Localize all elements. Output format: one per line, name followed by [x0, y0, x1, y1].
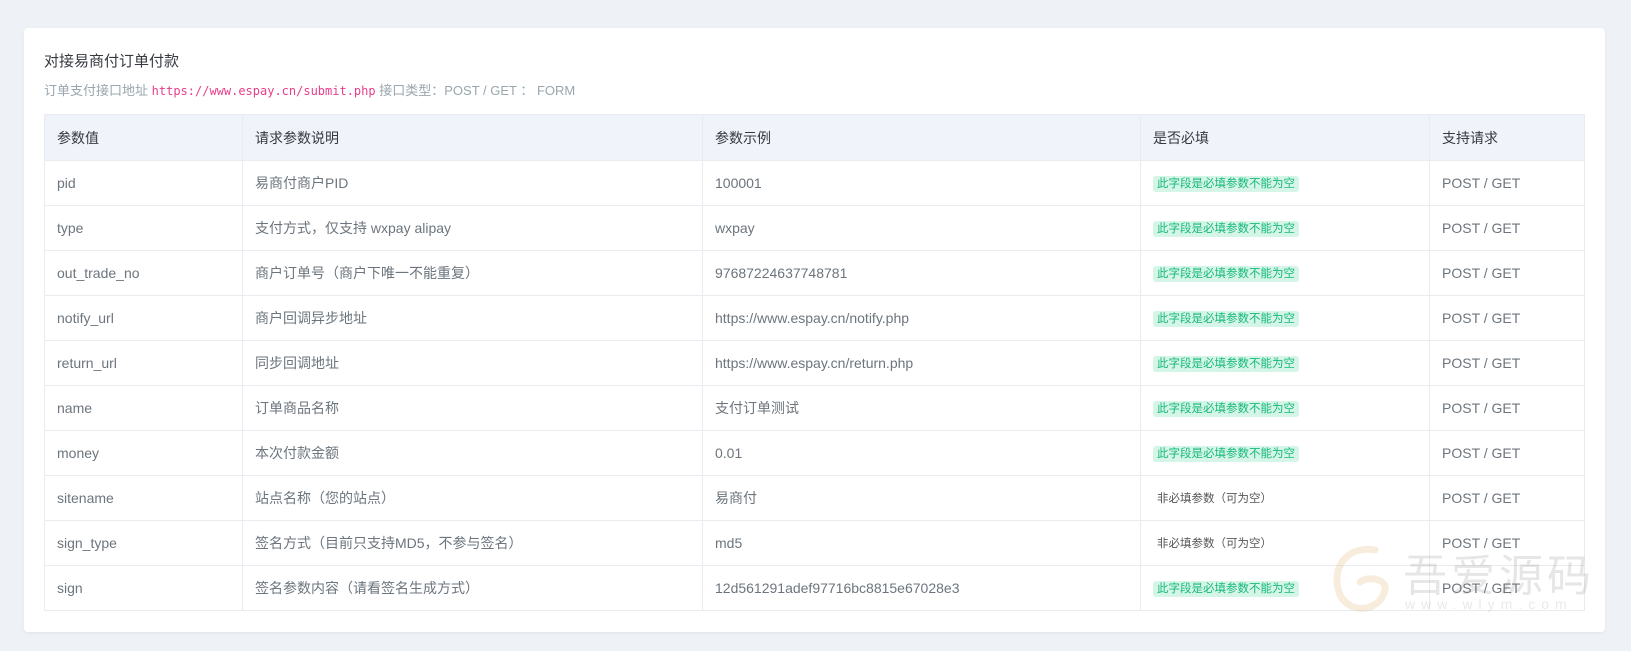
required-badge: 此字段是必填参数不能为空 — [1153, 356, 1299, 372]
param-name-cell: type — [44, 205, 243, 251]
subtitle-prefix: 订单支付接口地址 — [44, 83, 149, 98]
param-example-cell: 100001 — [702, 160, 1141, 206]
param-name-cell: name — [44, 385, 243, 431]
param-method-cell: POST / GET — [1429, 250, 1585, 296]
param-name-cell: pid — [44, 160, 243, 206]
param-example-cell: wxpay — [702, 205, 1141, 251]
param-example-cell: md5 — [702, 520, 1141, 566]
param-example-cell: 支付订单测试 — [702, 385, 1141, 431]
param-required-cell: 此字段是必填参数不能为空 — [1140, 430, 1430, 476]
param-required-cell: 此字段是必填参数不能为空 — [1140, 295, 1430, 341]
table-row: out_trade_no 商户订单号（商户下唯一不能重复） 976872246377… — [44, 250, 1585, 296]
param-required-cell: 此字段是必填参数不能为空 — [1140, 385, 1430, 431]
param-desc-cell: 订单商品名称 — [242, 385, 703, 431]
param-method-cell: POST / GET — [1429, 520, 1585, 566]
param-method-cell: POST / GET — [1429, 385, 1585, 431]
param-required-cell: 此字段是必填参数不能为空 — [1140, 565, 1430, 611]
param-method-cell: POST / GET — [1429, 340, 1585, 386]
param-example-cell: 0.01 — [702, 430, 1141, 476]
param-desc-cell: 签名方式（目前只支持MD5，不参与签名） — [242, 520, 703, 566]
table-header-row: 参数值 请求参数说明 参数示例 是否必填 支持请求 — [44, 114, 1585, 161]
param-name-cell: sitename — [44, 475, 243, 521]
param-required-cell: 此字段是必填参数不能为空 — [1140, 250, 1430, 296]
header-param: 参数值 — [44, 114, 243, 161]
param-desc-cell: 商户订单号（商户下唯一不能重复） — [242, 250, 703, 296]
param-method-cell: POST / GET — [1429, 205, 1585, 251]
table-row: return_url 同步回调地址 https://www.espay.cn/ret… — [44, 340, 1585, 386]
header-example: 参数示例 — [702, 114, 1141, 161]
table-row: sign 签名参数内容（请看签名生成方式） 12d561291adef97716bc… — [44, 565, 1585, 611]
param-required-cell: 此字段是必填参数不能为空 — [1140, 160, 1430, 206]
param-name-cell: return_url — [44, 340, 243, 386]
section-subtitle: 订单支付接口地址 https://www.espay.cn/submit.php… — [44, 80, 575, 99]
param-desc-cell: 支付方式，仅支持 wxpay alipay — [242, 205, 703, 251]
header-required: 是否必填 — [1140, 114, 1430, 161]
param-required-cell: 此字段是必填参数不能为空 — [1140, 340, 1430, 386]
param-example-cell: 易商付 — [702, 475, 1141, 521]
param-name-cell: sign_type — [44, 520, 243, 566]
param-example-cell: 12d561291adef97716bc8815e67028e3 — [702, 565, 1141, 611]
param-example-cell: 97687224637748781 — [702, 250, 1141, 296]
param-required-cell: 非必填参数（可为空） — [1140, 475, 1430, 521]
optional-label: 非必填参数（可为空） — [1157, 493, 1272, 505]
api-doc-card: 对接易商付订单付款 订单支付接口地址 https://www.espay.cn/… — [24, 28, 1605, 632]
table-row: name 订单商品名称 支付订单测试 此字段是必填参数不能为空 POST / GET — [44, 385, 1585, 431]
params-table: 参数值 请求参数说明 参数示例 是否必填 支持请求 pid 易商付商户PID 100… — [44, 114, 1585, 611]
param-example-cell: https://www.espay.cn/notify.php — [702, 295, 1141, 341]
param-name-cell: money — [44, 430, 243, 476]
required-badge: 此字段是必填参数不能为空 — [1153, 446, 1299, 462]
param-desc-cell: 同步回调地址 — [242, 340, 703, 386]
subtitle-suffix: 接口类型：POST / GET ： FORM — [379, 83, 576, 98]
param-desc-cell: 签名参数内容（请看签名生成方式） — [242, 565, 703, 611]
param-required-cell: 非必填参数（可为空） — [1140, 520, 1430, 566]
header-method: 支持请求 — [1429, 114, 1585, 161]
section-title: 对接易商付订单付款 — [44, 53, 180, 70]
param-method-cell: POST / GET — [1429, 430, 1585, 476]
param-name-cell: sign — [44, 565, 243, 611]
table-row: type 支付方式，仅支持 wxpay alipay wxpay 此字段是必填参数不能… — [44, 205, 1585, 251]
param-required-cell: 此字段是必填参数不能为空 — [1140, 205, 1430, 251]
required-badge: 此字段是必填参数不能为空 — [1153, 266, 1299, 282]
endpoint-url: https://www.espay.cn/submit.php — [151, 84, 376, 98]
optional-label: 非必填参数（可为空） — [1157, 538, 1272, 550]
table-row: notify_url 商户回调异步地址 https://www.espay.cn/n… — [44, 295, 1585, 341]
table-row: pid 易商付商户PID 100001 此字段是必填参数不能为空 POST / GET — [44, 160, 1585, 206]
param-method-cell: POST / GET — [1429, 160, 1585, 206]
required-badge: 此字段是必填参数不能为空 — [1153, 221, 1299, 237]
param-example-cell: https://www.espay.cn/return.php — [702, 340, 1141, 386]
table-row: sitename 站点名称（您的站点） 易商付 非必填参数（可为空） POST / GE… — [44, 475, 1585, 521]
table-row: sign_type 签名方式（目前只支持MD5，不参与签名） md5 非必填参数（可为… — [44, 520, 1585, 566]
required-badge: 此字段是必填参数不能为空 — [1153, 401, 1299, 417]
param-method-cell: POST / GET — [1429, 295, 1585, 341]
param-desc-cell: 易商付商户PID — [242, 160, 703, 206]
param-name-cell: notify_url — [44, 295, 243, 341]
param-desc-cell: 站点名称（您的站点） — [242, 475, 703, 521]
required-badge: 此字段是必填参数不能为空 — [1153, 311, 1299, 327]
required-badge: 此字段是必填参数不能为空 — [1153, 176, 1299, 192]
header-desc: 请求参数说明 — [242, 114, 703, 161]
param-name-cell: out_trade_no — [44, 250, 243, 296]
param-method-cell: POST / GET — [1429, 565, 1585, 611]
required-badge: 此字段是必填参数不能为空 — [1153, 581, 1299, 597]
table-row: money 本次付款金额 0.01 此字段是必填参数不能为空 POST / GET — [44, 430, 1585, 476]
param-method-cell: POST / GET — [1429, 475, 1585, 521]
param-desc-cell: 本次付款金额 — [242, 430, 703, 476]
param-desc-cell: 商户回调异步地址 — [242, 295, 703, 341]
